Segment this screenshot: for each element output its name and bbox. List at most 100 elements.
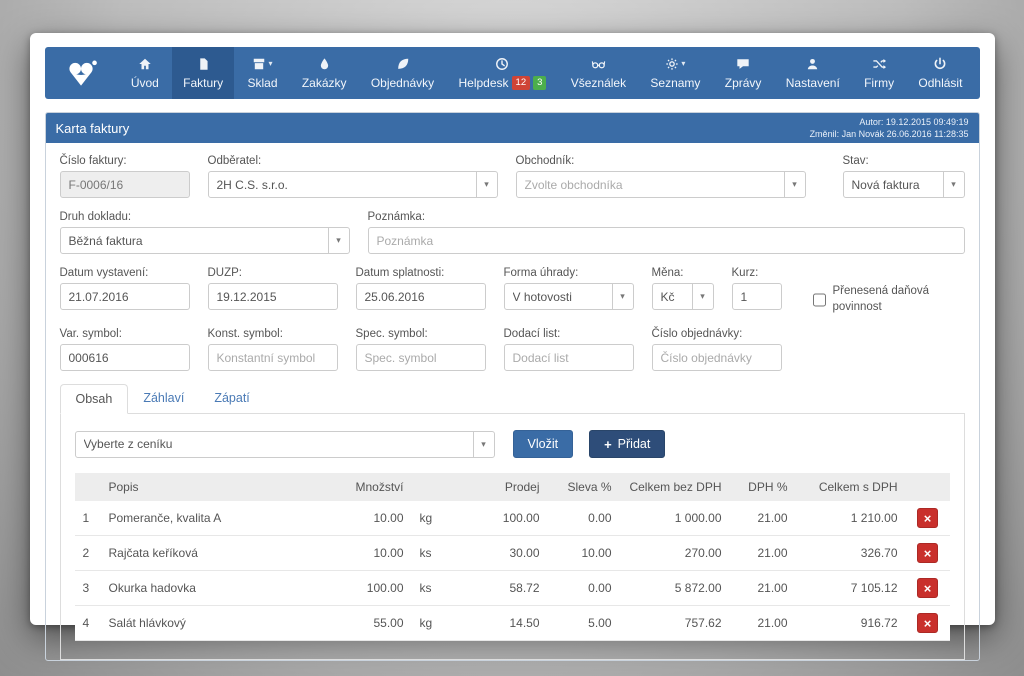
cell-jednotka: ks [412,571,458,606]
field-mena: Měna: Kč ▾ [652,267,714,315]
nav-label: Zakázky [302,76,347,90]
nav-item-objednavky[interactable]: Objednávky [360,47,445,99]
tab-zahlavi[interactable]: Záhlaví [128,384,199,414]
author-line: Autor: 19.12.2015 09:49:19 [810,116,969,128]
stav-value: Nová faktura [852,178,937,192]
nav-item-uvod[interactable]: Úvod [120,47,170,99]
var-symbol-input[interactable] [60,344,190,371]
invoice-items-table: Popis Množství Prodej Sleva % Celkem bez… [75,473,950,641]
field-spec-symbol: Spec. symbol: [356,328,486,371]
cell-mnozstvi: 100.00 [332,571,412,606]
cell-mnozstvi: 10.00 [332,501,412,536]
field-dodaci-list: Dodací list: [504,328,634,371]
odberatel-select[interactable]: 2H C.S. s.r.o. ▾ [208,171,498,198]
field-prenesena: Přenesená daňová povinnost [813,267,965,315]
cell-mnozstvi: 10.00 [332,536,412,571]
field-cislo-faktury: Číslo faktury: [60,155,190,198]
mena-select[interactable]: Kč ▾ [652,283,714,310]
delete-row-button[interactable]: × [917,578,938,598]
tab-zapati[interactable]: Zápatí [199,384,264,414]
delete-row-button[interactable]: × [917,508,938,528]
cell-sleva: 0.00 [548,571,620,606]
cell-sleva: 5.00 [548,606,620,641]
forma-uhrady-value: V hotovosti [513,290,606,304]
druh-dokladu-select[interactable]: Běžná faktura ▾ [60,227,350,254]
pricelist-select[interactable]: Vyberte z ceníku ▾ [75,431,495,458]
nav-item-sklad[interactable]: ▾ Sklad [236,47,288,99]
cell-number: 4 [75,606,101,641]
cislo-objednavky-input[interactable] [652,344,782,371]
glasses-icon [591,56,606,71]
datum-splatnosti-input[interactable] [356,283,486,310]
cell-celkem-s-dph: 1 210.00 [796,501,906,536]
stav-select[interactable]: Nová faktura ▾ [843,171,965,198]
panel-header: Karta faktury Autor: 19.12.2015 09:49:19… [46,113,979,143]
prenesena-label: Přenesená daňová povinnost [833,284,965,315]
poznamka-label: Poznámka: [368,211,965,223]
kurz-input[interactable] [732,283,782,310]
nav-item-vseznalek[interactable]: Všeználek [560,47,637,99]
cell-dph: 21.00 [730,536,796,571]
caret-down-icon: ▾ [681,59,685,68]
cell-actions: × [906,536,950,571]
nav-item-helpdesk[interactable]: Helpdesk 123 [448,47,558,99]
datum-vystaveni-label: Datum vystavení: [60,267,190,279]
shuffle-icon [872,56,887,71]
odberatel-value: 2H C.S. s.r.o. [217,178,470,192]
nav-item-zakazky[interactable]: Zakázky [291,47,358,99]
dodaci-list-input[interactable] [504,344,634,371]
delete-x-icon: × [924,617,932,630]
poznamka-input[interactable] [368,227,965,254]
field-stav: Stav: Nová faktura ▾ [843,155,965,198]
spec-symbol-label: Spec. symbol: [356,328,486,340]
nav-item-firmy[interactable]: Firmy [853,47,905,99]
vlozit-button[interactable]: Vložit [513,430,574,458]
konst-symbol-label: Konst. symbol: [208,328,338,340]
nav-item-seznamy[interactable]: ▾ Seznamy [639,47,711,99]
power-icon [933,56,947,71]
nav-item-odhlasit[interactable]: Odhlásit [907,47,973,99]
delete-row-button[interactable]: × [917,613,938,633]
leaf-icon [396,56,410,71]
cell-celkem-bez-dph: 270.00 [620,536,730,571]
logo-heart-icon [65,59,98,88]
col-celkem-bez-dph: Celkem bez DPH [620,473,730,501]
cell-jednotka: kg [412,606,458,641]
mena-label: Měna: [652,267,714,279]
col-number [75,473,101,501]
forma-uhrady-label: Forma úhrady: [504,267,634,279]
cell-popis: Pomeranče, kvalita A [101,501,332,536]
prenesena-checkbox[interactable] [813,285,826,315]
konst-symbol-input[interactable] [208,344,338,371]
datum-splatnosti-label: Datum splatnosti: [356,267,486,279]
col-prodej: Prodej [458,473,548,501]
gear-icon: ▾ [665,56,685,71]
tab-obsah[interactable]: Obsah [60,384,129,414]
duzp-input[interactable] [208,283,338,310]
nav-item-nastaveni[interactable]: Nastavení [775,47,851,99]
nav-item-zpravy[interactable]: Zprávy [714,47,773,99]
nav-item-faktury[interactable]: Faktury [172,47,234,99]
app-logo[interactable] [45,47,118,99]
spec-symbol-input[interactable] [356,344,486,371]
table-header-row: Popis Množství Prodej Sleva % Celkem bez… [75,473,950,501]
delete-row-button[interactable]: × [917,543,938,563]
field-forma-uhrady: Forma úhrady: V hotovosti ▾ [504,267,634,315]
form-row-3: Datum vystavení: DUZP: Datum splatnosti:… [60,267,965,315]
panel-body: Číslo faktury: Odběratel: 2H C.S. s.r.o.… [46,143,979,660]
stav-label: Stav: [843,155,965,167]
cell-sleva: 10.00 [548,536,620,571]
forma-uhrady-select[interactable]: V hotovosti ▾ [504,283,634,310]
mena-value: Kč [661,290,686,304]
datum-vystaveni-input[interactable] [60,283,190,310]
obchodnik-select[interactable]: Zvolte obchodníka ▾ [516,171,806,198]
cell-prodej: 58.72 [458,571,548,606]
cell-dph: 21.00 [730,501,796,536]
chevron-down-icon: ▾ [476,172,497,197]
content-tabs: Obsah Záhlaví Zápatí [60,384,965,414]
pridat-button[interactable]: + Přidat [589,430,665,458]
nav-label: Seznamy [650,76,700,90]
field-datum-vystaveni: Datum vystavení: [60,267,190,315]
prenesena-checkbox-row[interactable]: Přenesená daňová povinnost [813,284,965,315]
form-row-2: Druh dokladu: Běžná faktura ▾ Poznámka: [60,211,965,254]
